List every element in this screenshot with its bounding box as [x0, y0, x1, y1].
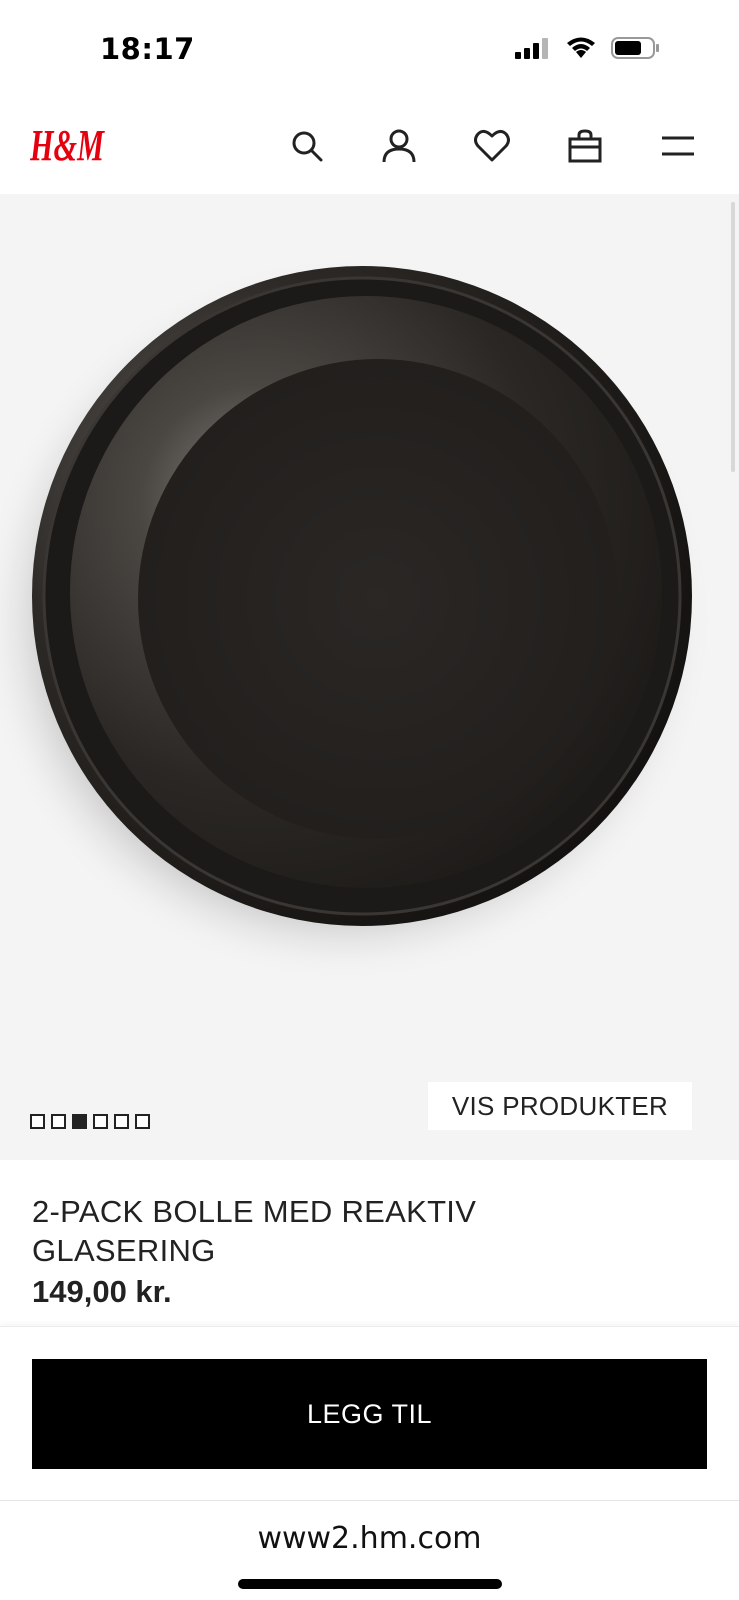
pagination-dot-active[interactable] [72, 1114, 87, 1129]
status-icons [515, 36, 661, 60]
add-to-bag-button[interactable]: LEGG TIL [32, 1359, 707, 1469]
favorites-icon[interactable] [472, 126, 512, 166]
product-title-line1: 2-PACK BOLLE MED REAKTIV [32, 1194, 477, 1229]
product-title-line2: GLASERING [32, 1233, 216, 1268]
search-icon[interactable] [287, 126, 327, 166]
battery-icon [611, 37, 659, 59]
site-header: H&M [0, 100, 739, 194]
signal-icon [515, 38, 548, 59]
svg-text:H&M: H&M [30, 121, 105, 170]
add-to-bag-bar: LEGG TIL [0, 1326, 739, 1500]
product-price: 149,00 kr. [32, 1274, 172, 1309]
pagination-dot[interactable] [135, 1114, 150, 1129]
bag-icon[interactable] [565, 126, 605, 166]
pagination-dot[interactable] [30, 1114, 45, 1129]
home-indicator[interactable] [238, 1579, 502, 1589]
product-title: 2-PACK BOLLE MED REAKTIV GLASERING [32, 1192, 712, 1270]
pagination-dot[interactable] [114, 1114, 129, 1129]
pagination-dot[interactable] [93, 1114, 108, 1129]
status-bar: 18:17 [0, 0, 739, 100]
product-gallery[interactable]: VIS PRODUKTER [0, 194, 739, 1160]
image-pagination[interactable] [30, 1114, 150, 1129]
show-products-button[interactable]: VIS PRODUKTER [428, 1082, 692, 1130]
hm-logo[interactable]: H&M [30, 120, 106, 170]
product-image [0, 266, 692, 959]
account-icon[interactable] [379, 126, 419, 166]
menu-icon[interactable] [658, 126, 698, 166]
status-time: 18:17 [100, 32, 195, 66]
wifi-icon [567, 37, 595, 58]
url-text[interactable]: www2.hm.com [0, 1521, 739, 1556]
product-info: 2-PACK BOLLE MED REAKTIV GLASERING 149,0… [32, 1192, 712, 1310]
browser-url-bar[interactable]: www2.hm.com [0, 1500, 739, 1600]
pagination-dot[interactable] [51, 1114, 66, 1129]
scrollbar[interactable] [731, 202, 735, 472]
